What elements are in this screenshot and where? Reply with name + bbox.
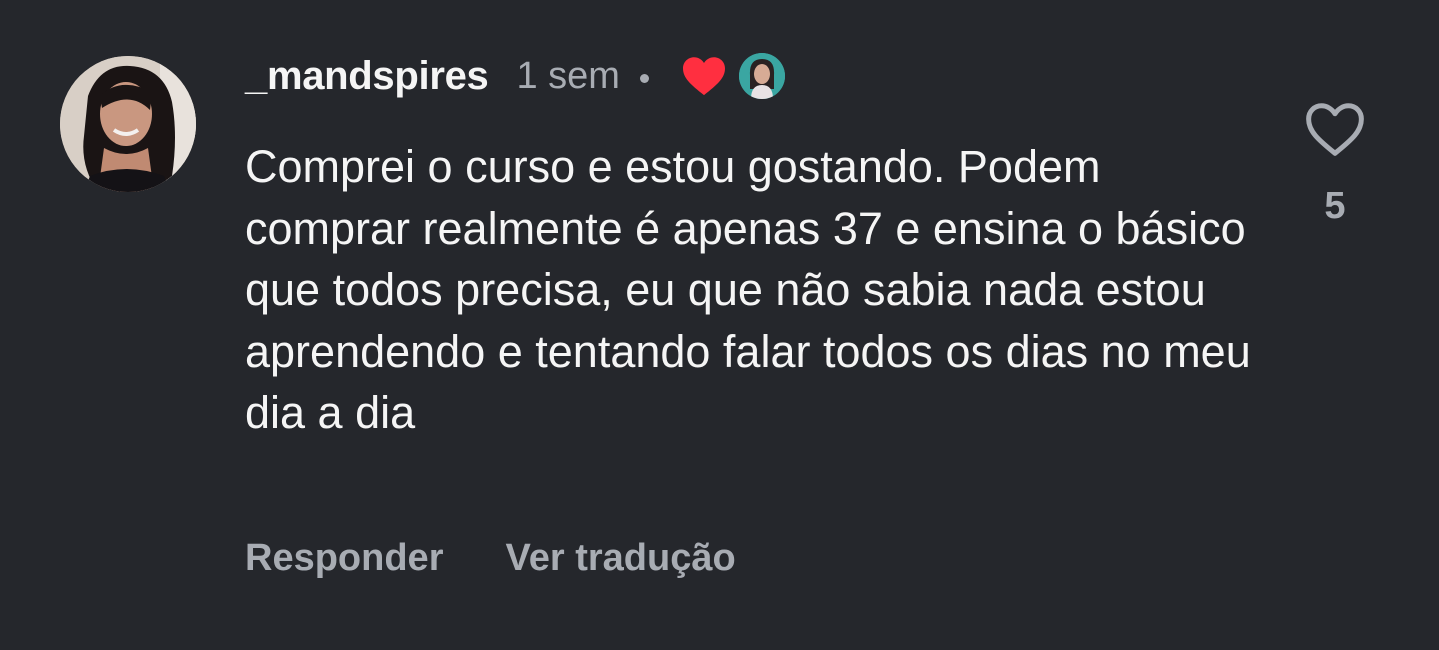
separator-dot <box>639 73 649 83</box>
avatar-photo <box>60 56 196 192</box>
comment: _mandspires 1 sem Comprei o curso e esto… <box>0 0 1439 650</box>
comment-actions: Responder Ver tradução <box>245 530 736 586</box>
see-translation-button[interactable]: Ver tradução <box>505 537 735 580</box>
comment-text: Comprei o curso e estou gostando. Podem … <box>245 141 1251 438</box>
creator-heart-icon <box>681 55 727 97</box>
reply-button[interactable]: Responder <box>245 537 443 580</box>
creator-avatar <box>738 53 785 99</box>
heart-outline-icon[interactable] <box>1298 100 1372 163</box>
timestamp: 1 sem <box>516 54 620 97</box>
avatar[interactable] <box>60 56 196 192</box>
comment-header: _mandspires 1 sem <box>245 48 785 104</box>
username[interactable]: _mandspires <box>245 54 489 99</box>
like-count: 5 <box>1324 185 1346 227</box>
like-section: 5 <box>1298 100 1372 228</box>
